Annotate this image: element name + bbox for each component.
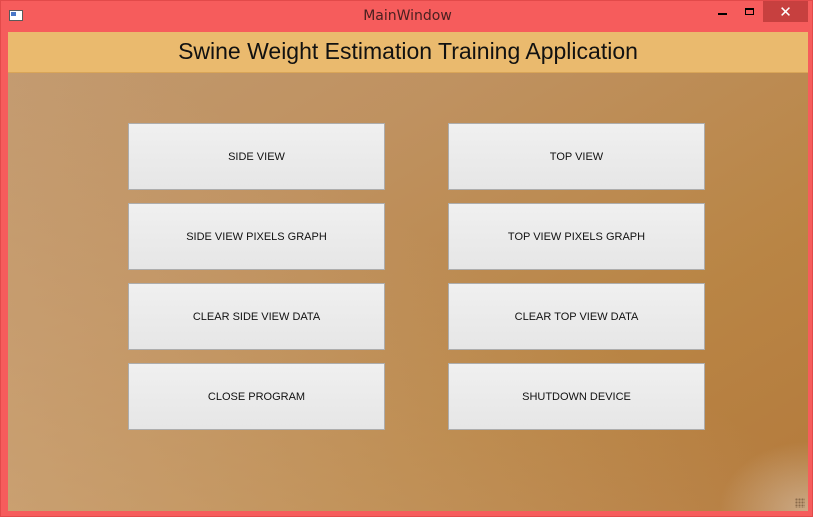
- shutdown-device-button[interactable]: SHUTDOWN DEVICE: [448, 363, 705, 430]
- side-view-pixels-graph-button[interactable]: SIDE VIEW PIXELS GRAPH: [128, 203, 385, 270]
- maximize-icon: [744, 7, 754, 15]
- header-banner: Swine Weight Estimation Training Applica…: [8, 32, 808, 73]
- close-icon: ✕: [779, 2, 792, 21]
- top-view-button[interactable]: TOP VIEW: [448, 123, 705, 190]
- page-title: Swine Weight Estimation Training Applica…: [178, 38, 638, 64]
- minimize-icon: [717, 13, 727, 15]
- maximize-button[interactable]: [736, 1, 762, 21]
- client-area: Swine Weight Estimation Training Applica…: [8, 32, 808, 511]
- close-button[interactable]: ✕: [763, 1, 808, 22]
- resize-grip-icon[interactable]: [795, 498, 805, 508]
- side-view-button[interactable]: SIDE VIEW: [128, 123, 385, 190]
- top-view-pixels-graph-button[interactable]: TOP VIEW PIXELS GRAPH: [448, 203, 705, 270]
- clear-side-view-data-button[interactable]: CLEAR SIDE VIEW DATA: [128, 283, 385, 350]
- main-window: MainWindow ✕ Swine Weight Estimation Tra…: [0, 0, 813, 517]
- clear-top-view-data-button[interactable]: CLEAR TOP VIEW DATA: [448, 283, 705, 350]
- window-title: MainWindow: [363, 8, 452, 24]
- background-gradient: [8, 32, 808, 511]
- close-program-button[interactable]: CLOSE PROGRAM: [128, 363, 385, 430]
- title-bar[interactable]: MainWindow ✕: [1, 1, 813, 31]
- minimize-button[interactable]: [709, 1, 735, 21]
